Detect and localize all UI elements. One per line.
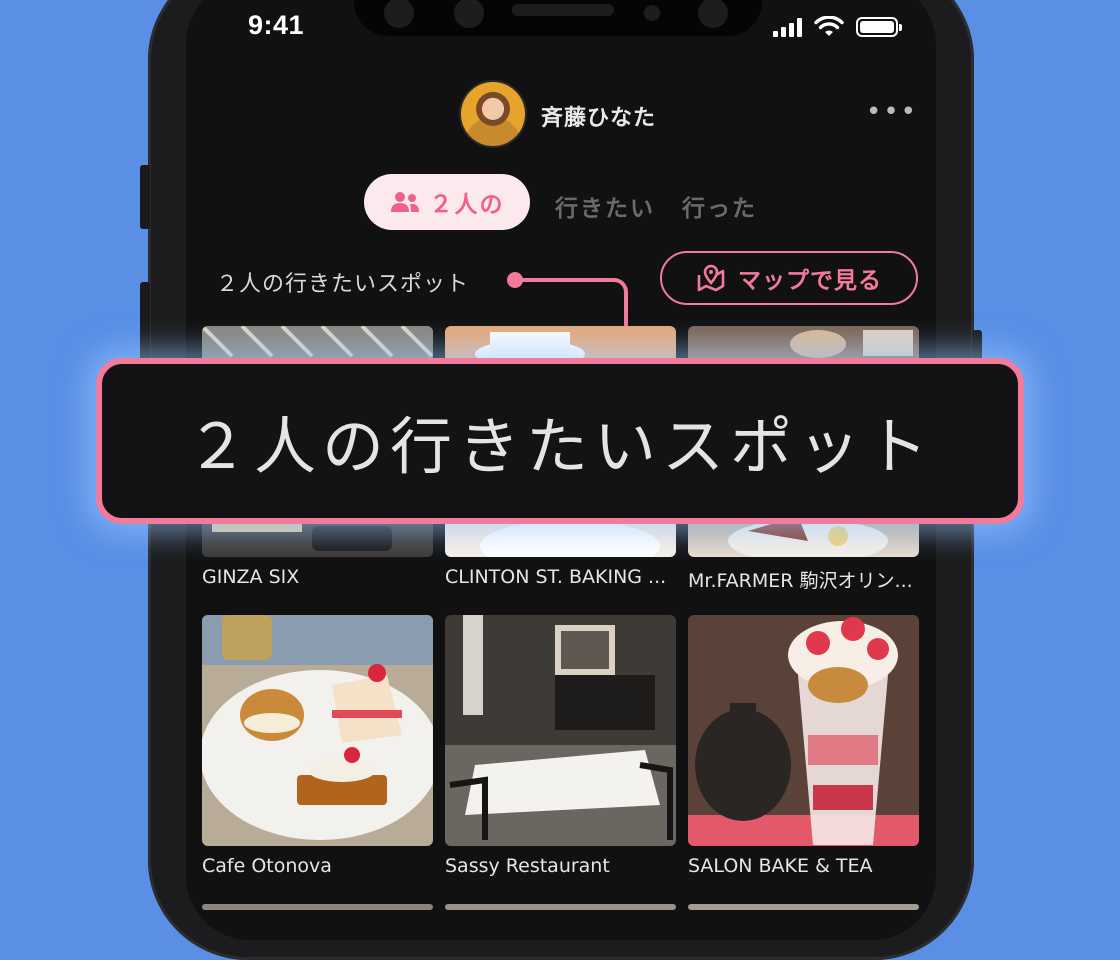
- phone-side-button: [140, 165, 150, 229]
- spot-name: Mr.FARMER 駒沢オリン...: [688, 570, 913, 592]
- spot-name: SALON BAKE & TEA: [688, 855, 873, 877]
- highlight-callout: ２人の行きたいスポット: [96, 358, 1024, 524]
- parfait-photo: [688, 615, 919, 846]
- view-map-label: マップで見る: [738, 268, 882, 294]
- spot-name: Cafe Otonova: [202, 855, 332, 877]
- camera: [384, 0, 414, 28]
- status-icons: [773, 14, 902, 40]
- section-title: ２人の行きたいスポット: [216, 272, 470, 297]
- camera: [644, 5, 660, 21]
- wifi-icon: [814, 16, 844, 36]
- spot-card[interactable]: [445, 615, 676, 846]
- username: 斉藤ひなた: [541, 106, 657, 131]
- spot-card[interactable]: [688, 615, 919, 846]
- tab-couple[interactable]: ２人の: [364, 174, 530, 230]
- speaker: [512, 4, 614, 16]
- camera: [454, 0, 484, 28]
- people-icon: [390, 192, 419, 212]
- spot-card[interactable]: [202, 615, 433, 846]
- spot-card[interactable]: [445, 904, 676, 910]
- view-map-button[interactable]: マップで見る: [660, 251, 918, 305]
- avatar[interactable]: [461, 82, 525, 146]
- spot-name: CLINTON ST. BAKING ...: [445, 566, 667, 588]
- restaurant-photo: [445, 615, 676, 846]
- callout-anchor-dot: [507, 272, 523, 288]
- spot-card[interactable]: [688, 904, 919, 910]
- spot-name: GINZA SIX: [202, 566, 300, 588]
- camera: [698, 0, 728, 28]
- status-time: 9:41: [248, 10, 305, 40]
- more-options-icon[interactable]: •••: [866, 99, 918, 125]
- spot-card[interactable]: [202, 904, 433, 910]
- map-pin-icon: [697, 264, 725, 292]
- dessert-photo: [202, 615, 433, 840]
- notch: [354, 0, 762, 36]
- signal-icon: [773, 17, 802, 37]
- spot-name: Sassy Restaurant: [445, 855, 610, 877]
- tab-want-to-go[interactable]: 行きたい: [555, 189, 655, 223]
- tab-label: ２人の: [429, 192, 505, 218]
- battery-icon: [856, 17, 902, 37]
- tab-visited[interactable]: 行った: [682, 189, 757, 223]
- callout-text: ２人の行きたいスポット: [185, 410, 934, 483]
